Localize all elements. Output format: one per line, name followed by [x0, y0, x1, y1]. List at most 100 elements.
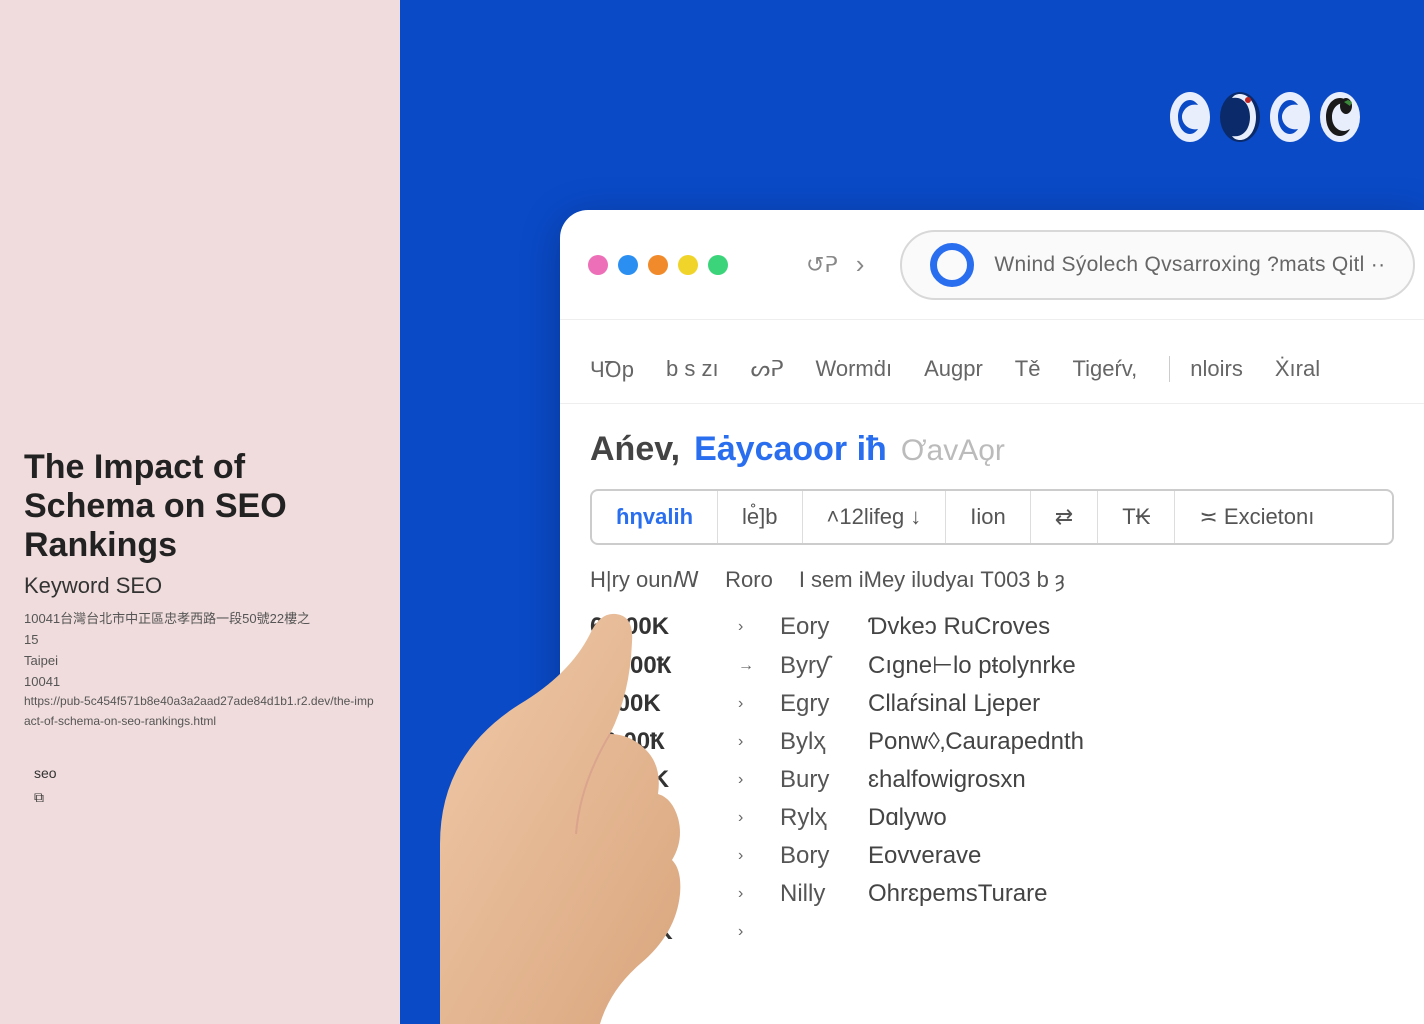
tag-box: seo ⧉ — [24, 761, 376, 806]
row-num: 6Ɛ 00K — [590, 613, 710, 641]
filter-0[interactable]: ɦηvalih — [592, 491, 718, 543]
headline-c: ƠavAǫr — [901, 434, 1005, 468]
chevron-right-icon: → — [738, 657, 752, 675]
reload-icon[interactable]: ↺ᕈ — [806, 252, 838, 278]
address-bar[interactable]: Wnind Sýolech Qvsarroxing ?mats Qitl ·· — [900, 230, 1415, 300]
chevron-right-icon: › — [738, 923, 752, 941]
page-subtitle: Keyword SEO — [24, 573, 376, 599]
filter-2[interactable]: ˄12lifeg ↓ — [803, 491, 947, 543]
filter-row: ɦηvalih le̊]b ˄12lifeg ↓ Iion ⇄ T₭ ≍ Exc… — [590, 489, 1394, 545]
row-text: OhrɛpemsTurare — [868, 880, 1048, 908]
tool-item-0[interactable]: ЧꝹр — [590, 354, 634, 384]
row-tag: Bury — [780, 766, 840, 794]
content-area: Ańev, Eȧycaoor iħ ƠavAǫr ɦηvalih le̊]b ˄… — [560, 404, 1424, 946]
logo-row — [1166, 88, 1364, 146]
tag-seo[interactable]: seo — [24, 761, 67, 785]
row-num: 1.7 00Ҟ — [590, 804, 710, 832]
chevron-right-icon: › — [738, 771, 752, 789]
sub-row: H|ry ounꟿ Roro I sem iMey ilʋdyaı T003 b… — [590, 567, 1394, 593]
headline-b[interactable]: Eȧycaoor iħ — [694, 430, 887, 469]
row-text: Ɗvkeɔ RuCroves — [868, 613, 1050, 641]
row-text: Ponw◊‚Caurapednth — [868, 728, 1084, 756]
table-row[interactable]: 80 00Ҟ › Bylҳ Ponw◊‚Caurapednth — [590, 728, 1394, 756]
tool-item-5[interactable]: Tě — [1015, 356, 1041, 382]
table-row[interactable]: 1.7 00Ҟ › Rylҳ Dɑlywo — [590, 804, 1394, 832]
headline: Ańev, Eȧycaoor iħ ƠavAǫr — [590, 430, 1394, 469]
logo-glyph-4 — [1316, 88, 1364, 146]
window-dot-3[interactable] — [648, 255, 668, 275]
table-row[interactable]: S0 00Ҟ › Nilly OhrɛpemsTurare — [590, 880, 1394, 908]
row-tag: Rylҳ — [780, 804, 840, 832]
address-bar-text: Wnind Sýolech Qvsarroxing ?mats Qitl ·· — [994, 253, 1385, 277]
headline-a: Ańev, — [590, 430, 680, 469]
table-row[interactable]: 8I 00K › Egry Cllaŕsinal Ljeper — [590, 690, 1394, 718]
chevron-right-icon: › — [738, 618, 752, 636]
sub-2: I sem iMey ilʋdyaı T003 b ȝ — [799, 567, 1065, 593]
row-num: SE 00K — [590, 918, 710, 946]
window-dot-2[interactable] — [618, 255, 638, 275]
browser-window: ↺ᕈ › Wnind Sýolech Qvsarroxing ?mats Qit… — [560, 210, 1424, 1024]
chevron-right-icon: › — [738, 809, 752, 827]
logo-glyph-1 — [1166, 88, 1214, 146]
meta-zip: 10041 — [24, 672, 376, 693]
sub-0[interactable]: H|ry ounꟿ — [590, 567, 699, 593]
window-dot-1[interactable] — [588, 255, 608, 275]
row-text: Cllaŕsinal Ljeper — [868, 690, 1040, 718]
tool-item-1[interactable]: b s zı — [666, 356, 719, 382]
window-controls[interactable] — [588, 255, 728, 275]
row-num: 8I 00K — [590, 690, 710, 718]
filter-5[interactable]: T₭ — [1098, 491, 1175, 543]
logo-glyph-3 — [1266, 88, 1314, 146]
forward-icon[interactable]: › — [856, 249, 865, 280]
tool-item-8[interactable]: Ẋıral — [1275, 356, 1320, 382]
window-dot-5[interactable] — [708, 255, 728, 275]
meta-city: Taipei — [24, 651, 376, 672]
table-row[interactable]: 3.2 00K › Bory Eovverave — [590, 842, 1394, 870]
row-tag: Bory — [780, 842, 840, 870]
filter-6[interactable]: ≍ Excietonı — [1175, 491, 1338, 543]
table-row[interactable]: 6Ɛ 00K › Eory Ɗvkeɔ RuCroves — [590, 613, 1394, 641]
row-num: 3.2 00K — [590, 842, 710, 870]
search-ring-icon — [930, 243, 974, 287]
chevron-right-icon: › — [738, 733, 752, 751]
row-num: 1.3 00Ҟ — [590, 652, 710, 680]
row-tag: Bylҳ — [780, 728, 840, 756]
tool-item-4[interactable]: Augpr — [924, 356, 983, 382]
tool-item-3[interactable]: Wormḋı — [815, 356, 892, 382]
sub-1[interactable]: Roro — [725, 567, 773, 593]
tool-item-7[interactable]: nloirs — [1169, 356, 1243, 382]
tool-item-2[interactable]: ᔕᕈ — [751, 356, 784, 382]
row-tag: Eory — [780, 613, 840, 641]
left-sidebar: The Impact of Schema on SEO Rankings Key… — [0, 0, 400, 1024]
data-list: 6Ɛ 00K › Eory Ɗvkeɔ RuCroves 1.3 00Ҟ → Byr… — [590, 613, 1394, 946]
chevron-right-icon: › — [738, 847, 752, 865]
row-tag: Nilly — [780, 880, 840, 908]
chevron-right-icon: › — [738, 885, 752, 903]
meta-block: 10041台灣台北市中正區忠孝西路一段50號22樓之 15 Taipei 100… — [24, 609, 376, 731]
browser-top-bar: ↺ᕈ › Wnind Sýolech Qvsarroxing ?mats Qit… — [560, 210, 1424, 320]
chevron-right-icon: › — [738, 695, 752, 713]
table-row[interactable]: Ӡ2 00K › Bury ɛhalfowigrosxn — [590, 766, 1394, 794]
row-num: Ӡ2 00K — [590, 766, 710, 794]
row-text: Eovverave — [868, 842, 981, 870]
table-row[interactable]: SE 00K › — [590, 918, 1394, 946]
filter-3[interactable]: Iion — [946, 491, 1030, 543]
window-dot-4[interactable] — [678, 255, 698, 275]
filter-1[interactable]: le̊]b — [718, 491, 802, 543]
page-title: The Impact of Schema on SEO Rankings — [24, 448, 376, 565]
tool-bar: ЧꝹр b s zı ᔕᕈ Wormḋı Augpr Tě Tigeŕv, nl… — [560, 320, 1424, 404]
row-text: ɛhalfowigrosxn — [868, 766, 1026, 794]
meta-url: https://pub-5c454f571b8e40a3a2aad27ade84… — [24, 692, 376, 730]
table-row[interactable]: 1.3 00Ҟ → Byrƴ Cıgne⊢lo pŧolynrke — [590, 651, 1394, 680]
row-num: 80 00Ҟ — [590, 728, 710, 756]
row-text: Cıgne⊢lo pŧolynrke — [868, 651, 1076, 680]
tool-item-6[interactable]: Tigeŕv, — [1072, 356, 1137, 382]
row-text: Dɑlywo — [868, 804, 947, 832]
expand-icon[interactable]: ⧉ — [24, 789, 376, 806]
row-num: S0 00Ҟ — [590, 880, 710, 908]
filter-4[interactable]: ⇄ — [1031, 491, 1098, 543]
logo-glyph-2 — [1216, 88, 1264, 146]
row-tag: Egry — [780, 690, 840, 718]
row-tag: Byrƴ — [780, 652, 840, 680]
meta-address-1: 10041台灣台北市中正區忠孝西路一段50號22樓之 — [24, 609, 376, 630]
